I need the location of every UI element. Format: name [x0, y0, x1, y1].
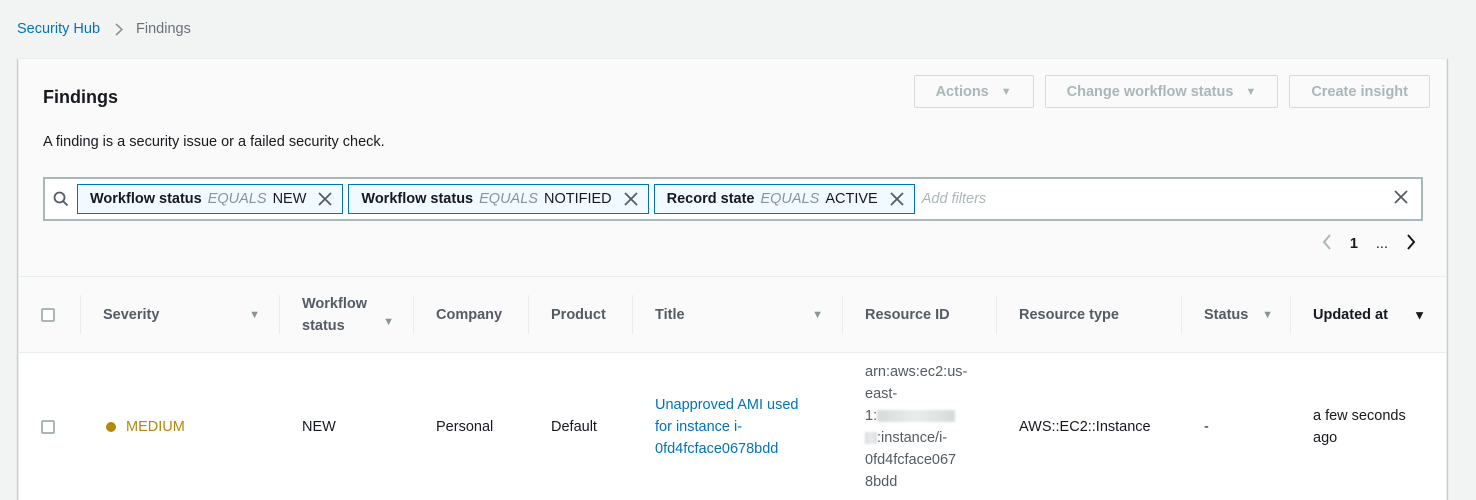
sort-icon: ▼	[383, 316, 394, 328]
resource-id-line: 1:	[865, 408, 878, 424]
select-all-header	[19, 276, 81, 353]
column-title[interactable]: Title ▼	[633, 276, 843, 353]
findings-panel: Findings Actions ▼ Change workflow statu…	[18, 58, 1447, 500]
remove-filter-icon[interactable]	[624, 192, 638, 206]
filter-operator: EQUALS	[207, 191, 267, 207]
breadcrumb-current: Findings	[136, 21, 191, 37]
workflow-cell: NEW	[280, 352, 414, 500]
status-cell: -	[1182, 352, 1291, 500]
pagination: 1 ...	[1322, 234, 1416, 254]
severity-cell: MEDIUM	[81, 352, 280, 500]
table-row[interactable]: MEDIUM NEW Personal Default Unapproved A…	[19, 352, 1446, 500]
company-cell: Personal	[414, 352, 529, 500]
title-line: for instance i-	[655, 419, 743, 435]
filter-value: NOTIFIED	[543, 191, 612, 207]
change-workflow-status-button[interactable]: Change workflow status ▼	[1044, 75, 1279, 108]
column-status[interactable]: Status ▼	[1182, 276, 1291, 353]
sort-desc-icon: ▼	[1413, 307, 1426, 322]
page-scrollbar[interactable]	[1452, 58, 1464, 500]
column-label: Workflow	[302, 295, 367, 312]
severity-label: MEDIUM	[126, 419, 185, 435]
column-workflow-status[interactable]: Workflow status ▼	[280, 276, 414, 353]
column-label: Title	[655, 306, 685, 323]
pagination-ellipsis: ...	[1375, 236, 1388, 252]
filter-value: NEW	[272, 191, 307, 207]
clear-filters-icon[interactable]	[1393, 189, 1409, 205]
select-all-checkbox[interactable]	[41, 307, 55, 322]
page-title: Findings	[43, 87, 118, 107]
column-label: Severity	[103, 306, 160, 323]
caret-down-icon: ▼	[1245, 85, 1257, 98]
caret-down-icon: ▼	[1000, 85, 1012, 98]
chevron-right-icon[interactable]	[1406, 234, 1416, 254]
column-label: status	[302, 317, 345, 334]
filter-operator: EQUALS	[479, 191, 538, 207]
resource-id-cell: arn:aws:ec2:us- east- 1: :instance/i- 0f…	[843, 352, 997, 500]
redacted-account-id	[865, 432, 877, 445]
actions-button-label: Actions	[935, 83, 989, 100]
remove-filter-icon[interactable]	[318, 192, 333, 206]
title-line: Unapproved AMI used	[655, 397, 799, 413]
column-label: Company	[436, 306, 503, 323]
page-description: A finding is a security issue or a faile…	[43, 134, 385, 150]
filter-field: Workflow status	[90, 191, 202, 207]
filter-field: Workflow status	[361, 191, 474, 207]
column-label: Status	[1204, 306, 1249, 323]
resource-type-cell: AWS::EC2::Instance	[997, 352, 1182, 500]
finding-title-link[interactable]: Unapproved AMI used for instance i- 0fd4…	[655, 397, 798, 457]
search-icon	[51, 189, 71, 209]
breadcrumb-security-hub-link[interactable]: Security Hub	[17, 21, 100, 37]
title-cell: Unapproved AMI used for instance i- 0fd4…	[633, 352, 843, 500]
title-line: 0fd4fcface0678bdd	[655, 441, 779, 457]
filter-bar[interactable]: Workflow status EQUALS NEW Workflow stat…	[43, 177, 1423, 221]
resource-id-line: :instance/i-	[877, 430, 948, 446]
chevron-right-icon	[115, 22, 124, 36]
header-actions: Actions ▼ Change workflow status ▼ Creat…	[913, 75, 1430, 108]
column-label: Resource type	[1019, 306, 1119, 323]
findings-table: Severity ▼ Workflow status ▼ Company Pro…	[19, 276, 1446, 500]
filter-value: ACTIVE	[825, 191, 878, 207]
filter-field: Record state	[666, 191, 755, 207]
filter-operator: EQUALS	[760, 191, 820, 207]
severity-dot-icon	[106, 422, 116, 432]
severity-badge: MEDIUM	[106, 416, 280, 438]
column-severity[interactable]: Severity ▼	[81, 276, 280, 353]
updated-at-line: a few seconds	[1313, 408, 1406, 424]
add-filters-input[interactable]: Add filters	[922, 191, 986, 207]
filter-token[interactable]: Record state EQUALS ACTIVE	[653, 184, 915, 214]
column-resource-id: Resource ID	[843, 276, 997, 353]
column-label: Product	[551, 306, 606, 323]
updated-at-cell: a few seconds ago	[1291, 352, 1446, 500]
sort-icon: ▼	[249, 308, 260, 321]
resource-id-line: arn:aws:ec2:us-	[865, 364, 968, 380]
updated-at-line: ago	[1313, 430, 1338, 446]
remove-filter-icon[interactable]	[890, 192, 904, 206]
product-cell: Default	[529, 352, 633, 500]
chevron-left-icon[interactable]	[1322, 234, 1332, 254]
change-workflow-status-label: Change workflow status	[1066, 83, 1234, 100]
column-company: Company	[414, 276, 529, 353]
actions-button[interactable]: Actions ▼	[913, 75, 1034, 108]
column-product: Product	[529, 276, 633, 353]
sort-icon: ▼	[1262, 308, 1273, 321]
column-updated-at[interactable]: Updated at ▼	[1291, 276, 1446, 353]
resource-id-line: 8bdd	[865, 474, 898, 490]
filter-token[interactable]: Workflow status EQUALS NEW	[77, 184, 344, 214]
resource-id-line: 0fd4fcface067	[865, 452, 957, 468]
page-number[interactable]: 1	[1350, 236, 1358, 252]
create-insight-button[interactable]: Create insight	[1289, 75, 1430, 108]
breadcrumb: Security Hub Findings	[17, 19, 191, 39]
column-label: Resource ID	[865, 306, 950, 323]
resource-id-line: east-	[865, 386, 898, 402]
sort-icon: ▼	[812, 308, 823, 321]
column-label: Updated at	[1313, 306, 1388, 323]
row-select-cell	[19, 352, 81, 500]
column-resource-type: Resource type	[997, 276, 1182, 353]
row-checkbox[interactable]	[41, 420, 55, 434]
redacted-account-id	[877, 410, 956, 423]
table-header-row: Severity ▼ Workflow status ▼ Company Pro…	[19, 276, 1446, 353]
filter-token[interactable]: Workflow status EQUALS NOTIFIED	[348, 184, 649, 214]
